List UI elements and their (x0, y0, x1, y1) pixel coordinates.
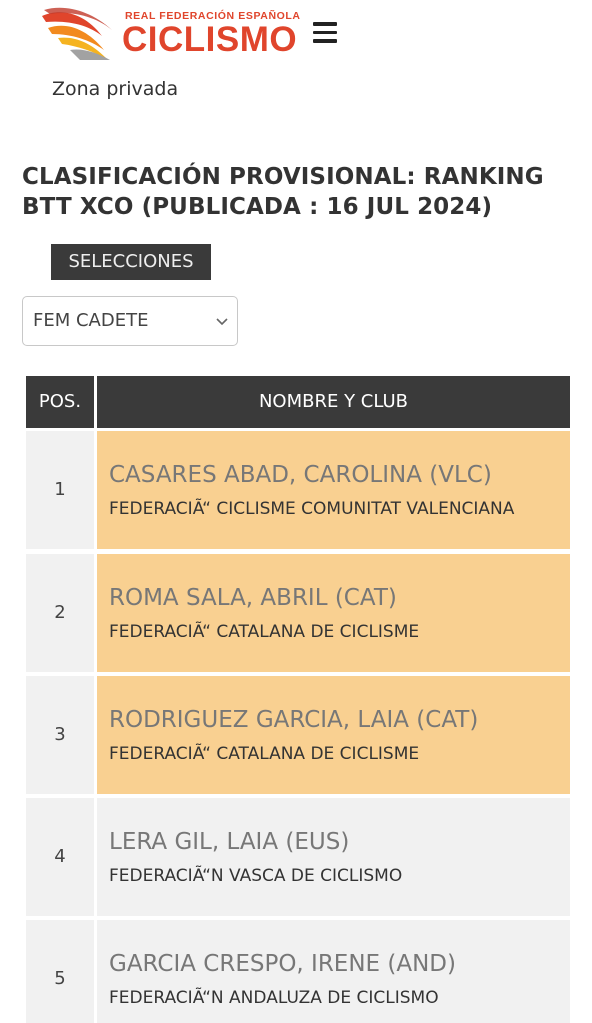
rfec-logo[interactable]: REAL FEDERACIÓN ESPAÑOLA CICLISMO (40, 6, 300, 62)
position-cell: 3 (26, 676, 94, 794)
rider-club: FEDERACIÃ“ CICLISME COMUNITAT VALENCIANA (109, 499, 515, 519)
position-cell: 4 (26, 798, 94, 916)
cycling-swirl-logo-icon (42, 7, 112, 60)
menu-bar (313, 30, 337, 34)
rider-name: RODRIGUEZ GARCIA, LAIA (CAT) (109, 707, 479, 733)
category-select[interactable]: FEM CADETE (22, 296, 238, 346)
rider-club: FEDERACIÃ“N VASCA DE CICLISMO (109, 866, 403, 886)
category-select-value: FEM CADETE (33, 310, 149, 331)
table-header: POS. NOMBRE Y CLUB (26, 376, 570, 428)
logo-main-text: CICLISMO (122, 20, 298, 59)
column-header-pos: POS. (26, 376, 94, 428)
position-cell: 2 (26, 554, 94, 672)
rider-name: LERA GIL, LAIA (EUS) (109, 829, 350, 855)
table-row: 1 CASARES ABAD, CAROLINA (VLC) FEDERACIÃ… (26, 431, 570, 549)
rider-cell[interactable]: CASARES ABAD, CAROLINA (VLC) FEDERACIÃ“ … (97, 431, 570, 549)
table-row: 2 ROMA SALA, ABRIL (CAT) FEDERACIÃ“ CATA… (26, 554, 570, 672)
selecciones-button[interactable]: SELECCIONES (51, 244, 211, 280)
rider-cell[interactable]: ROMA SALA, ABRIL (CAT) FEDERACIÃ“ CATALA… (97, 554, 570, 672)
rider-cell[interactable]: RODRIGUEZ GARCIA, LAIA (CAT) FEDERACIÃ“ … (97, 676, 570, 794)
chevron-down-icon (216, 318, 228, 326)
rider-club: FEDERACIÃ“N ANDALUZA DE CICLISMO (109, 988, 439, 1008)
table-row: 3 RODRIGUEZ GARCIA, LAIA (CAT) FEDERACIÃ… (26, 676, 570, 794)
site-header: REAL FEDERACIÓN ESPAÑOLA CICLISMO Zona p… (0, 0, 592, 120)
page-title: CLASIFICACIÓN PROVISIONAL: RANKING BTT X… (22, 164, 544, 220)
rider-name: GARCIA CRESPO, IRENE (AND) (109, 951, 456, 977)
menu-bar (313, 22, 337, 26)
rider-name: CASARES ABAD, CAROLINA (VLC) (109, 462, 492, 488)
zona-privada-link[interactable]: Zona privada (52, 78, 178, 100)
rider-name: ROMA SALA, ABRIL (CAT) (109, 585, 397, 611)
hamburger-menu-icon[interactable] (313, 22, 341, 44)
table-row: 4 LERA GIL, LAIA (EUS) FEDERACIÃ“N VASCA… (26, 798, 570, 916)
column-header-name: NOMBRE Y CLUB (97, 376, 570, 428)
rider-cell[interactable]: GARCIA CRESPO, IRENE (AND) FEDERACIÃ“N A… (97, 920, 570, 1023)
rider-cell[interactable]: LERA GIL, LAIA (EUS) FEDERACIÃ“N VASCA D… (97, 798, 570, 916)
table-row: 5 GARCIA CRESPO, IRENE (AND) FEDERACIÃ“N… (26, 920, 570, 1023)
rider-club: FEDERACIÃ“ CATALANA DE CICLISME (109, 744, 420, 764)
rider-club: FEDERACIÃ“ CATALANA DE CICLISME (109, 622, 420, 642)
position-cell: 1 (26, 431, 94, 549)
position-cell: 5 (26, 920, 94, 1023)
menu-bar (313, 39, 337, 43)
